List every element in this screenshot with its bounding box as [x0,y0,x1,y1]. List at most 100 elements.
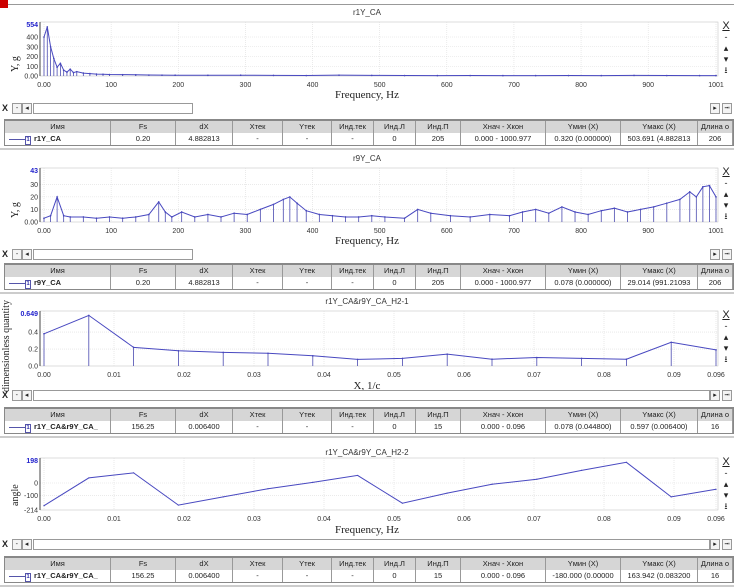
scroll-left-button[interactable]: ◂ [22,102,32,114]
table-row[interactable]: 1 r1Y_CA&r9Y_CA_ 156.25 0.006400- - -0 15 0.000… [5,570,733,582]
close-chart-button[interactable]: X [722,310,729,321]
column-header[interactable]: Инд.Л [374,121,416,133]
column-header[interactable]: Fs [111,558,176,570]
scroll-minus-button[interactable]: - [11,538,22,550]
fit-button[interactable]: ⭳ [724,212,727,221]
column-header[interactable]: Yтек [283,121,332,133]
column-header[interactable]: Yмин (X) [546,558,621,570]
column-header[interactable]: Длина о [698,121,733,133]
column-header[interactable]: dX [176,409,233,421]
series-checkbox[interactable]: 1 [25,424,31,433]
series-name-cell[interactable]: 1 r9Y_CA [5,277,111,289]
x-axis-button[interactable]: X [2,249,12,259]
zoom-out-button[interactable]: - [725,179,728,188]
column-header[interactable]: Инд.Л [374,265,416,277]
column-header[interactable]: dX [176,265,233,277]
pan-down-button[interactable]: ▾ [724,344,729,353]
column-header[interactable]: Yтек [283,409,332,421]
column-header[interactable]: Yмин (X) [546,409,621,421]
scroll-right-button[interactable]: ▸ [710,389,720,401]
column-header[interactable]: Инд.тек [332,409,374,421]
pan-down-button[interactable]: ▾ [724,491,729,500]
column-header[interactable]: Xнач - Xкон [461,121,546,133]
x-axis-button[interactable]: X [2,103,12,113]
column-header[interactable]: Yтек [283,558,332,570]
scroll-left-button[interactable]: ◂ [21,389,32,401]
column-header[interactable]: dX [176,558,233,570]
column-header[interactable]: Инд.П [416,409,461,421]
column-header[interactable]: Длина о [698,265,733,277]
x-axis-button[interactable]: X [2,390,12,400]
column-header[interactable]: Длина о [698,409,733,421]
column-header[interactable]: Yмакс (X) [621,265,698,277]
series-checkbox[interactable]: 1 [25,136,31,145]
column-header[interactable]: Yмакс (X) [621,121,698,133]
column-header[interactable]: Yмакс (X) [621,409,698,421]
column-header[interactable]: Xнач - Xкон [461,265,546,277]
table-row[interactable]: 1 r9Y_CA 0.20 4.882813- - -0 205 0.000 - 1000.9… [5,277,733,289]
table-row[interactable]: 1 r1Y_CA&r9Y_CA_ 156.25 0.006400- - -0 15 0.000… [5,421,733,433]
column-header[interactable]: Xтек [233,265,283,277]
series-checkbox[interactable]: 1 [25,573,31,582]
column-header[interactable]: Xнач - Xкон [461,558,546,570]
fit-button[interactable]: ⭳ [724,66,727,75]
column-header[interactable]: Имя [5,265,111,277]
column-header[interactable]: Yмакс (X) [621,558,698,570]
scroll-thumb[interactable] [32,389,710,401]
fit-button[interactable]: ⭳ [724,502,727,511]
scroll-minus-button[interactable]: - [12,102,22,114]
scroll-end-button[interactable]: ⭲ [722,389,732,401]
column-header[interactable]: Имя [5,558,111,570]
x-scrollbar[interactable]: X - ◂ ▸ ⭲ [2,102,732,114]
pan-up-button[interactable]: ▴ [724,480,729,489]
series-checkbox[interactable]: 1 [25,280,31,289]
column-header[interactable]: Имя [5,121,111,133]
close-chart-button[interactable]: X [722,21,729,32]
scroll-thumb[interactable] [32,538,710,550]
column-header[interactable]: Инд.тек [332,121,374,133]
column-header[interactable]: Fs [111,409,176,421]
zoom-out-button[interactable]: - [725,322,728,331]
series-name-cell[interactable]: 1 r1Y_CA&r9Y_CA_ [5,570,111,582]
column-header[interactable]: Инд.Л [374,409,416,421]
fit-button[interactable]: ⭳ [724,355,727,364]
close-chart-button[interactable]: X [722,167,729,178]
column-header[interactable]: Инд.П [416,558,461,570]
column-header[interactable]: Xтек [233,409,283,421]
scroll-thumb[interactable] [33,102,193,114]
column-header[interactable]: Xтек [233,121,283,133]
scroll-end-button[interactable]: ⭲ [722,538,732,550]
column-header[interactable]: Yтек [283,265,332,277]
scroll-end-button[interactable]: ⭲ [722,248,732,260]
zoom-out-button[interactable]: - [725,469,728,478]
pan-up-button[interactable]: ▴ [724,333,729,342]
x-axis-button[interactable]: X [2,539,12,549]
pan-up-button[interactable]: ▴ [724,44,729,53]
close-chart-button[interactable]: X [722,457,729,468]
zoom-out-button[interactable]: - [725,33,728,42]
scroll-thumb[interactable] [33,248,193,260]
pan-down-button[interactable]: ▾ [724,201,729,210]
scroll-right-button[interactable]: ▸ [710,538,720,550]
scroll-minus-button[interactable]: - [11,389,22,401]
scroll-right-button[interactable]: ▸ [710,248,720,260]
table-row[interactable]: 1 r1Y_CA 0.20 4.882813- - -0 205 0.000 - 1000.9… [5,133,733,145]
column-header[interactable]: dX [176,121,233,133]
scroll-minus-button[interactable]: - [12,248,22,260]
scroll-right-button[interactable]: ▸ [710,102,720,114]
column-header[interactable]: Инд.тек [332,558,374,570]
column-header[interactable]: Yмин (X) [546,265,621,277]
column-header[interactable]: Xтек [233,558,283,570]
scroll-left-button[interactable]: ◂ [21,538,32,550]
column-header[interactable]: Инд.тек [332,265,374,277]
column-header[interactable]: Инд.П [416,121,461,133]
column-header[interactable]: Инд.Л [374,558,416,570]
scroll-end-button[interactable]: ⭲ [722,102,732,114]
series-name-cell[interactable]: 1 r1Y_CA [5,133,111,145]
column-header[interactable]: Fs [111,121,176,133]
pan-down-button[interactable]: ▾ [724,55,729,64]
column-header[interactable]: Yмин (X) [546,121,621,133]
column-header[interactable]: Длина о [698,558,733,570]
column-header[interactable]: Xнач - Xкон [461,409,546,421]
x-scrollbar[interactable]: X - ◂ ▸ ⭲ [2,538,732,550]
